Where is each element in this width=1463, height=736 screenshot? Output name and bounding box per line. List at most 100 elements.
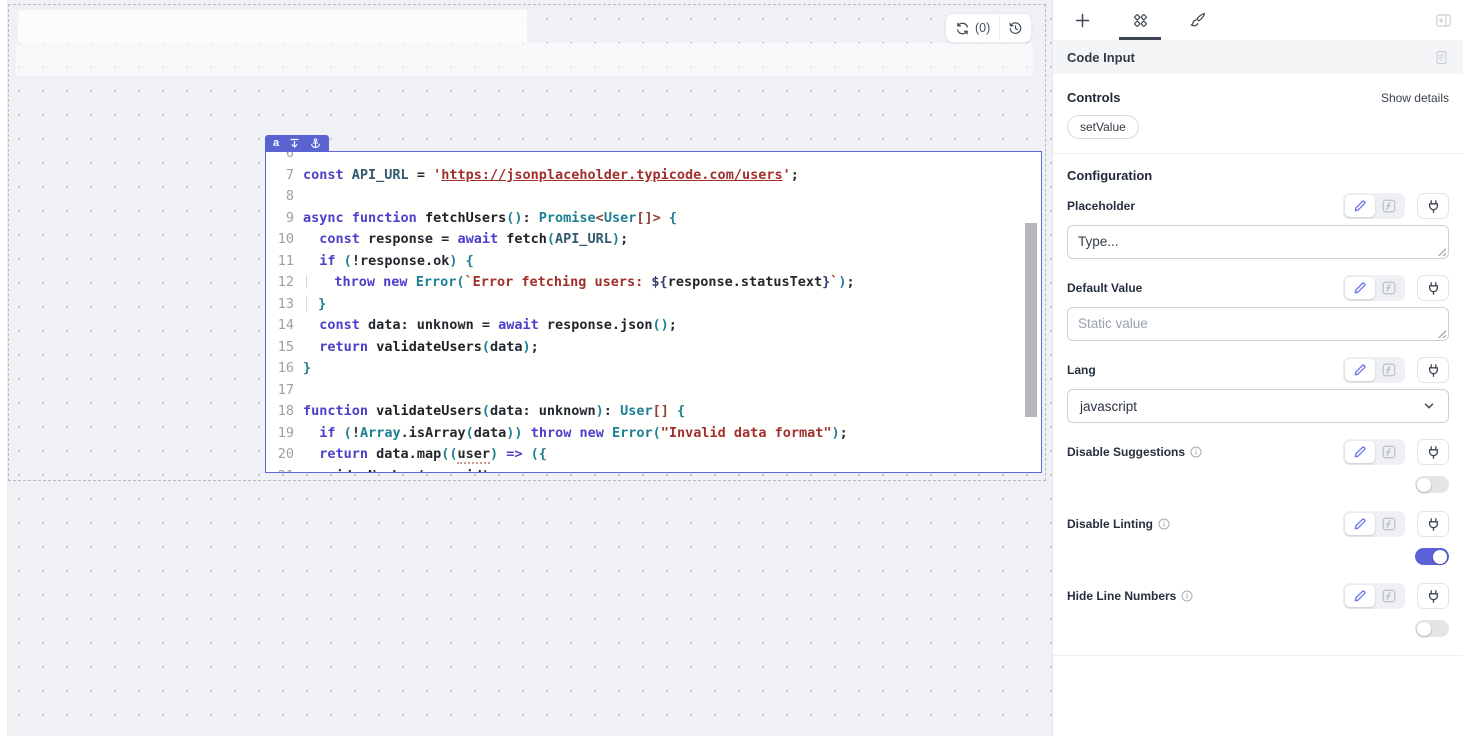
binding-mode-buttons (1343, 275, 1449, 301)
history-button[interactable] (1000, 14, 1031, 42)
code-line-14: 14 const data: unknown = await response.… (266, 315, 1041, 337)
bind-data-button[interactable] (1417, 439, 1449, 465)
line-content: const response = await fetch(API_URL); (303, 229, 1041, 251)
expression-mode-button[interactable] (1375, 359, 1403, 381)
select-value: javascript (1080, 399, 1137, 414)
static-mode-button[interactable] (1345, 195, 1375, 217)
chevron-down-icon (1422, 399, 1436, 413)
anchor-icon[interactable] (310, 138, 321, 149)
bind-data-button[interactable] (1417, 193, 1449, 219)
components-icon (1131, 11, 1150, 30)
info-icon[interactable] (1181, 590, 1193, 602)
docs-icon[interactable] (1434, 50, 1449, 65)
config-field-disable-suggestions: Disable Suggestions (1067, 439, 1449, 493)
field-input-default-value[interactable]: Static value (1067, 307, 1449, 341)
code-editor[interactable]: 67const API_URL = 'https://jsonplacehold… (266, 152, 1041, 472)
collapse-panel-button[interactable] (1435, 12, 1452, 29)
tab-add-component[interactable] (1053, 0, 1111, 40)
code-input-widget[interactable]: a 67const API_URL = 'https://jsonplaceho… (265, 151, 1042, 473)
toggle-disable-suggestions[interactable] (1415, 476, 1449, 493)
auto-height-icon[interactable] (289, 138, 300, 149)
code-line-11: 11 if (!response.ok) { (266, 251, 1041, 273)
line-content (303, 186, 1041, 208)
binding-mode-buttons (1343, 357, 1449, 383)
bind-data-button[interactable] (1417, 511, 1449, 537)
field-input-placeholder[interactable]: Type... (1067, 225, 1449, 259)
line-number: 9 (266, 208, 303, 230)
bottom-divider (1053, 655, 1463, 656)
panel-body: Controls Show details setValue Configura… (1053, 74, 1463, 736)
config-field-placeholder: PlaceholderType... (1067, 193, 1449, 259)
field-label-disable-suggestions: Disable Suggestions (1067, 445, 1202, 459)
expression-mode-button[interactable] (1375, 441, 1403, 463)
configuration-heading: Configuration (1067, 168, 1152, 183)
line-number: 14 (266, 315, 303, 337)
refresh-count: (0) (975, 21, 990, 35)
refresh-button[interactable]: (0) (946, 14, 999, 42)
line-content: throw new Error(`Error fetching users: $… (303, 272, 1041, 294)
widget-title: Code Input (1067, 50, 1135, 65)
resize-handle[interactable] (1437, 329, 1446, 338)
show-details-link[interactable]: Show details (1381, 91, 1449, 105)
static-mode-button[interactable] (1345, 359, 1375, 381)
code-line-10: 10 const response = await fetch(API_URL)… (266, 229, 1041, 251)
code-line-7: 7const API_URL = 'https://jsonplaceholde… (266, 165, 1041, 187)
plus-icon (1074, 12, 1091, 29)
code-line-9: 9async function fetchUsers(): Promise<Us… (266, 208, 1041, 230)
code-line-20: 20 return data.map((user) => ({ (266, 444, 1041, 466)
field-select-lang[interactable]: javascript (1067, 389, 1449, 423)
code-line-16: 16} (266, 358, 1041, 380)
code-line-21: 21 id: Number(user.id), (266, 466, 1041, 473)
toggle-disable-linting[interactable] (1415, 548, 1449, 565)
method-chip-setValue[interactable]: setValue (1067, 115, 1139, 139)
static-mode-button[interactable] (1345, 277, 1375, 299)
expression-mode-button[interactable] (1375, 195, 1403, 217)
section-divider (1053, 153, 1463, 154)
controls-heading: Controls (1067, 90, 1120, 105)
expression-mode-button[interactable] (1375, 277, 1403, 299)
bind-data-button[interactable] (1417, 583, 1449, 609)
widget-title-bar: Code Input (1053, 40, 1463, 74)
expression-mode-button[interactable] (1375, 585, 1403, 607)
line-number: 11 (266, 251, 303, 273)
toggle-hide-line-numbers[interactable] (1415, 620, 1449, 637)
resize-handle[interactable] (1437, 247, 1446, 256)
static-mode-button[interactable] (1345, 585, 1375, 607)
line-content: if (!Array.isArray(data)) throw new Erro… (303, 423, 1041, 445)
static-mode-button[interactable] (1345, 513, 1375, 535)
toggle-knob (1417, 478, 1431, 492)
binding-mode-buttons (1343, 511, 1449, 537)
binding-mode-buttons (1343, 193, 1449, 219)
design-canvas[interactable]: (0) a 67const (0, 0, 1052, 736)
line-number: 18 (266, 401, 303, 423)
editor-scrollbar-thumb[interactable] (1025, 223, 1037, 417)
code-line-15: 15 return validateUsers(data); (266, 337, 1041, 359)
info-icon[interactable] (1190, 446, 1202, 458)
line-number: 20 (266, 444, 303, 466)
config-field-default-value: Default ValueStatic value (1067, 275, 1449, 341)
tab-properties[interactable] (1111, 0, 1169, 40)
line-content (303, 152, 1041, 165)
code-line-6: 6 (266, 152, 1041, 165)
expression-mode-button[interactable] (1375, 513, 1403, 535)
refresh-icon (955, 21, 970, 36)
bind-data-button[interactable] (1417, 357, 1449, 383)
line-number: 17 (266, 380, 303, 402)
toggle-knob (1417, 622, 1431, 636)
widget-toolbar: a (265, 135, 329, 152)
info-icon[interactable] (1158, 518, 1170, 530)
line-content: if (!response.ok) { (303, 251, 1041, 273)
tab-styles[interactable] (1169, 0, 1227, 40)
line-number: 13 (266, 294, 303, 316)
static-mode-button[interactable] (1345, 441, 1375, 463)
config-field-lang: Langjavascript (1067, 357, 1449, 423)
line-content (303, 380, 1041, 402)
line-number: 8 (266, 186, 303, 208)
line-number: 15 (266, 337, 303, 359)
widget-name-label[interactable]: a (273, 138, 279, 149)
line-content: const API_URL = 'https://jsonplaceholder… (303, 165, 1041, 187)
line-number: 10 (266, 229, 303, 251)
line-content: const data: unknown = await response.jso… (303, 315, 1041, 337)
line-content: id: Number(user.id), (303, 466, 1041, 473)
bind-data-button[interactable] (1417, 275, 1449, 301)
